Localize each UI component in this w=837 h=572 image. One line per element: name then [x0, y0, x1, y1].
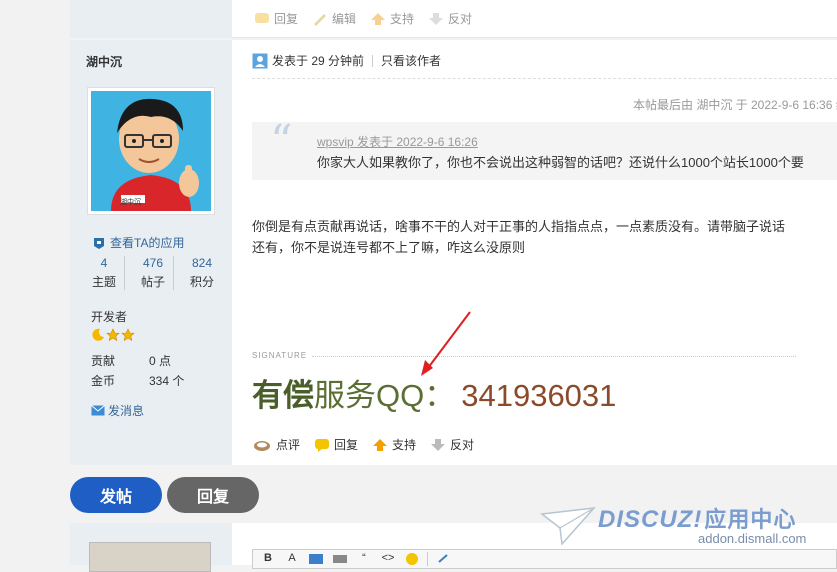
font-color-icon[interactable]: A: [283, 552, 301, 566]
stat-credits[interactable]: 824 积分: [184, 256, 220, 290]
reply-label: 回复: [334, 438, 359, 452]
oppose-action[interactable]: 反对: [428, 10, 472, 27]
post-body-line-2: 还有，你不是说连号都不上了嘛，咋这么没原则: [252, 240, 526, 255]
editor-toolbar: B A “ <>: [252, 549, 837, 569]
coffee-cup-icon: [254, 440, 270, 451]
online-user-icon: [252, 53, 268, 68]
comment-bubble-icon: [255, 12, 269, 23]
signature-bold: 有偿: [252, 378, 314, 413]
arrow-up-icon: [373, 438, 388, 451]
coins-label: 金币: [91, 374, 116, 388]
oppose-action[interactable]: 反对: [430, 436, 474, 453]
new-post-button[interactable]: 发帖: [70, 477, 162, 513]
view-apps-label: 查看TA的应用: [110, 236, 185, 250]
app-icon: [94, 237, 104, 249]
pencil-icon: [314, 13, 327, 26]
quote-author[interactable]: wpsvip 发表于 2022-9-6 16:26: [317, 133, 478, 150]
star-medal-icon: [106, 328, 120, 342]
watermark-cn: 应用中心: [704, 507, 797, 532]
only-author-link[interactable]: 只看该作者: [381, 52, 441, 69]
meta-separator: [372, 54, 374, 67]
stat-topics-value: 4: [100, 256, 108, 270]
watermark-url: addon.dismall.com: [698, 531, 807, 546]
table-icon[interactable]: [331, 552, 349, 566]
medals: [91, 328, 135, 342]
quote-icon[interactable]: “: [355, 552, 373, 566]
reply-sidebar: [70, 523, 232, 572]
support-action[interactable]: 支持: [370, 10, 414, 27]
avatar-cartoon-image: [91, 91, 211, 211]
arrow-up-icon: [371, 12, 386, 25]
moon-medal-icon: [92, 328, 104, 341]
link-icon[interactable]: [434, 552, 452, 566]
toolbar-separator: [427, 552, 428, 566]
oppose-label: 反对: [448, 12, 473, 26]
stat-topics[interactable]: 4 主题: [86, 256, 122, 290]
image-icon[interactable]: [307, 552, 325, 566]
quote-text: 你家大人如果教你了，你也不会说出这种弱智的话吧？还说什么1000个站长1000个…: [317, 155, 804, 170]
signature-label: SIGNATURE: [252, 351, 308, 360]
signature-qq-number: 341936031: [461, 378, 617, 413]
comment-bubble-icon: [315, 438, 330, 452]
envelope-icon: [91, 405, 105, 416]
stat-posts-label: 帖子: [140, 275, 165, 289]
reply-label: 回复: [274, 12, 299, 26]
code-icon[interactable]: <>: [379, 552, 397, 566]
emoji-icon[interactable]: [403, 552, 421, 566]
arrow-down-icon: [431, 438, 446, 451]
prev-post-footer: 回复 编辑 支持 反对: [232, 0, 837, 38]
quote-mark-icon: “: [270, 116, 293, 167]
view-apps-link[interactable]: 查看TA的应用: [92, 234, 184, 251]
rate-action[interactable]: 点评: [252, 436, 300, 453]
stat-posts[interactable]: 476 帖子: [135, 256, 171, 290]
quote-block: “ wpsvip 发表于 2022-9-6 16:26 你家大人如果教你了，你也…: [252, 116, 837, 180]
star-medal-icon: [121, 328, 135, 342]
avatar[interactable]: 湖中沉: [87, 87, 215, 215]
stat-divider: [124, 256, 125, 290]
signature-divider: [312, 356, 796, 357]
author-sidebar: 湖中沉 湖中沉 查看TA的应用 4 主题 476 帖子 824 积分 开发者 贡…: [70, 40, 232, 465]
post-meta: 发表于 29 分钟前 只看该作者: [252, 52, 441, 69]
reply-button[interactable]: 回复: [167, 477, 259, 513]
reply-action[interactable]: 回复: [254, 10, 298, 27]
edit-action[interactable]: 编辑: [312, 10, 356, 27]
signature-text: 有偿服务QQ： 341936031: [252, 376, 616, 416]
send-message-label: 发消息: [108, 404, 145, 418]
signature-middle: 服务QQ：: [314, 378, 456, 413]
stat-posts-value: 476: [142, 256, 164, 270]
stat-credits-label: 积分: [189, 275, 214, 289]
arrow-down-icon: [429, 12, 444, 25]
user-role[interactable]: 开发者: [91, 308, 127, 325]
stat-credits-value: 824: [191, 256, 213, 270]
contribution-label: 贡献: [91, 354, 116, 368]
support-label: 支持: [390, 12, 415, 26]
oppose-label: 反对: [450, 438, 475, 452]
author-name[interactable]: 湖中沉: [86, 53, 122, 70]
bold-icon[interactable]: B: [259, 552, 277, 566]
reply-avatar: [89, 542, 211, 572]
author-stats: 4 主题 476 帖子 824 积分: [86, 256, 220, 290]
watermark-brand-text: DISCUZ!: [598, 506, 703, 533]
prev-post-sidebar: [70, 0, 232, 38]
send-message-link[interactable]: 发消息: [91, 402, 144, 419]
avatar-caption: 湖中沉: [120, 199, 141, 206]
post-time: 发表于 29 分钟前: [272, 54, 365, 68]
support-action[interactable]: 支持: [372, 436, 416, 453]
stat-divider: [173, 256, 174, 290]
stat-topics-label: 主题: [91, 275, 116, 289]
paper-plane-icon: [540, 507, 596, 546]
contribution-value: 0 点: [149, 354, 172, 368]
watermark-brand: DISCUZ!应用中心: [598, 502, 796, 534]
post-body-line-1: 你倒是有点贡献再说话，啥事不干的人对干正事的人指指点点，一点素质没有。请带脑子说…: [252, 219, 786, 234]
edit-label: 编辑: [332, 12, 357, 26]
support-label: 支持: [392, 438, 417, 452]
discuz-watermark: DISCUZ!应用中心 addon.dismall.com: [540, 498, 837, 548]
rate-label: 点评: [276, 438, 301, 452]
post-divider: [252, 78, 837, 79]
edited-note: 本帖最后由 湖中沉 于 2022-9-6 16:36 编辑: [633, 98, 837, 112]
reply-action[interactable]: 回复: [314, 436, 358, 453]
post-actions: 点评 回复 支持 反对: [252, 436, 474, 453]
red-annotation-arrow: [421, 311, 471, 376]
coins-value: 334 个: [149, 374, 185, 388]
